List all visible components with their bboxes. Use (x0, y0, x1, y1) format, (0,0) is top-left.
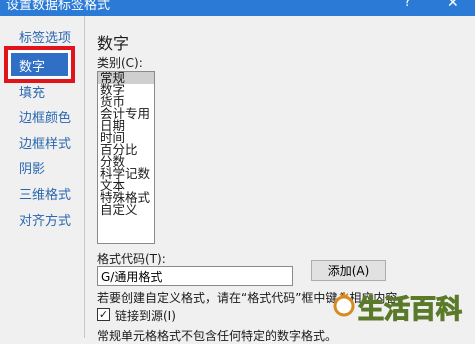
format-code-input[interactable] (97, 266, 293, 286)
watermark-text: 生活百科 (358, 295, 462, 325)
section-title: 数字 (97, 34, 130, 53)
sidebar-item-number[interactable]: 数字 (19, 56, 45, 75)
sidebar-item-label-options[interactable]: 标签选项 (19, 27, 71, 46)
sidebar-item-shadow[interactable]: 阴影 (19, 158, 45, 177)
link-to-source-label[interactable]: 链接到源(I) (115, 307, 176, 324)
category-listbox[interactable]: 常规 数字 货币 会计专用 日期 时间 百分比 分数 科学记数 文本 特殊格式 … (97, 71, 155, 244)
sidebar-item-fill[interactable]: 填充 (19, 82, 45, 101)
add-button[interactable]: 添加(A) (311, 260, 386, 281)
help-icon[interactable]: ? (404, 0, 411, 10)
sidebar-item-3d-format[interactable]: 三维格式 (19, 184, 71, 203)
title-bar: 设置数据标签格式 ? ✕ (0, 0, 475, 16)
sidebar-nav: 标签选项 数字 填充 边框颜色 边框样式 阴影 三维格式 对齐方式 (0, 16, 85, 338)
category-label: 类别(C): (97, 56, 143, 70)
format-code-label: 格式代码(T): (97, 252, 166, 266)
close-icon[interactable]: ✕ (447, 0, 459, 11)
category-item-custom[interactable]: 自定义 (98, 203, 154, 216)
sidebar-item-border-color[interactable]: 边框颜色 (19, 107, 71, 126)
link-to-source-checkbox[interactable]: ✓ (97, 308, 110, 321)
watermark-logo: 生活百科 (333, 292, 463, 326)
window-title: 设置数据标签格式 (6, 0, 111, 13)
format-description: 常规单元格格式不包含任何特定的数字格式。 (97, 329, 338, 343)
sidebar-item-border-style[interactable]: 边框样式 (19, 133, 71, 152)
sidebar-item-alignment[interactable]: 对齐方式 (19, 210, 71, 229)
